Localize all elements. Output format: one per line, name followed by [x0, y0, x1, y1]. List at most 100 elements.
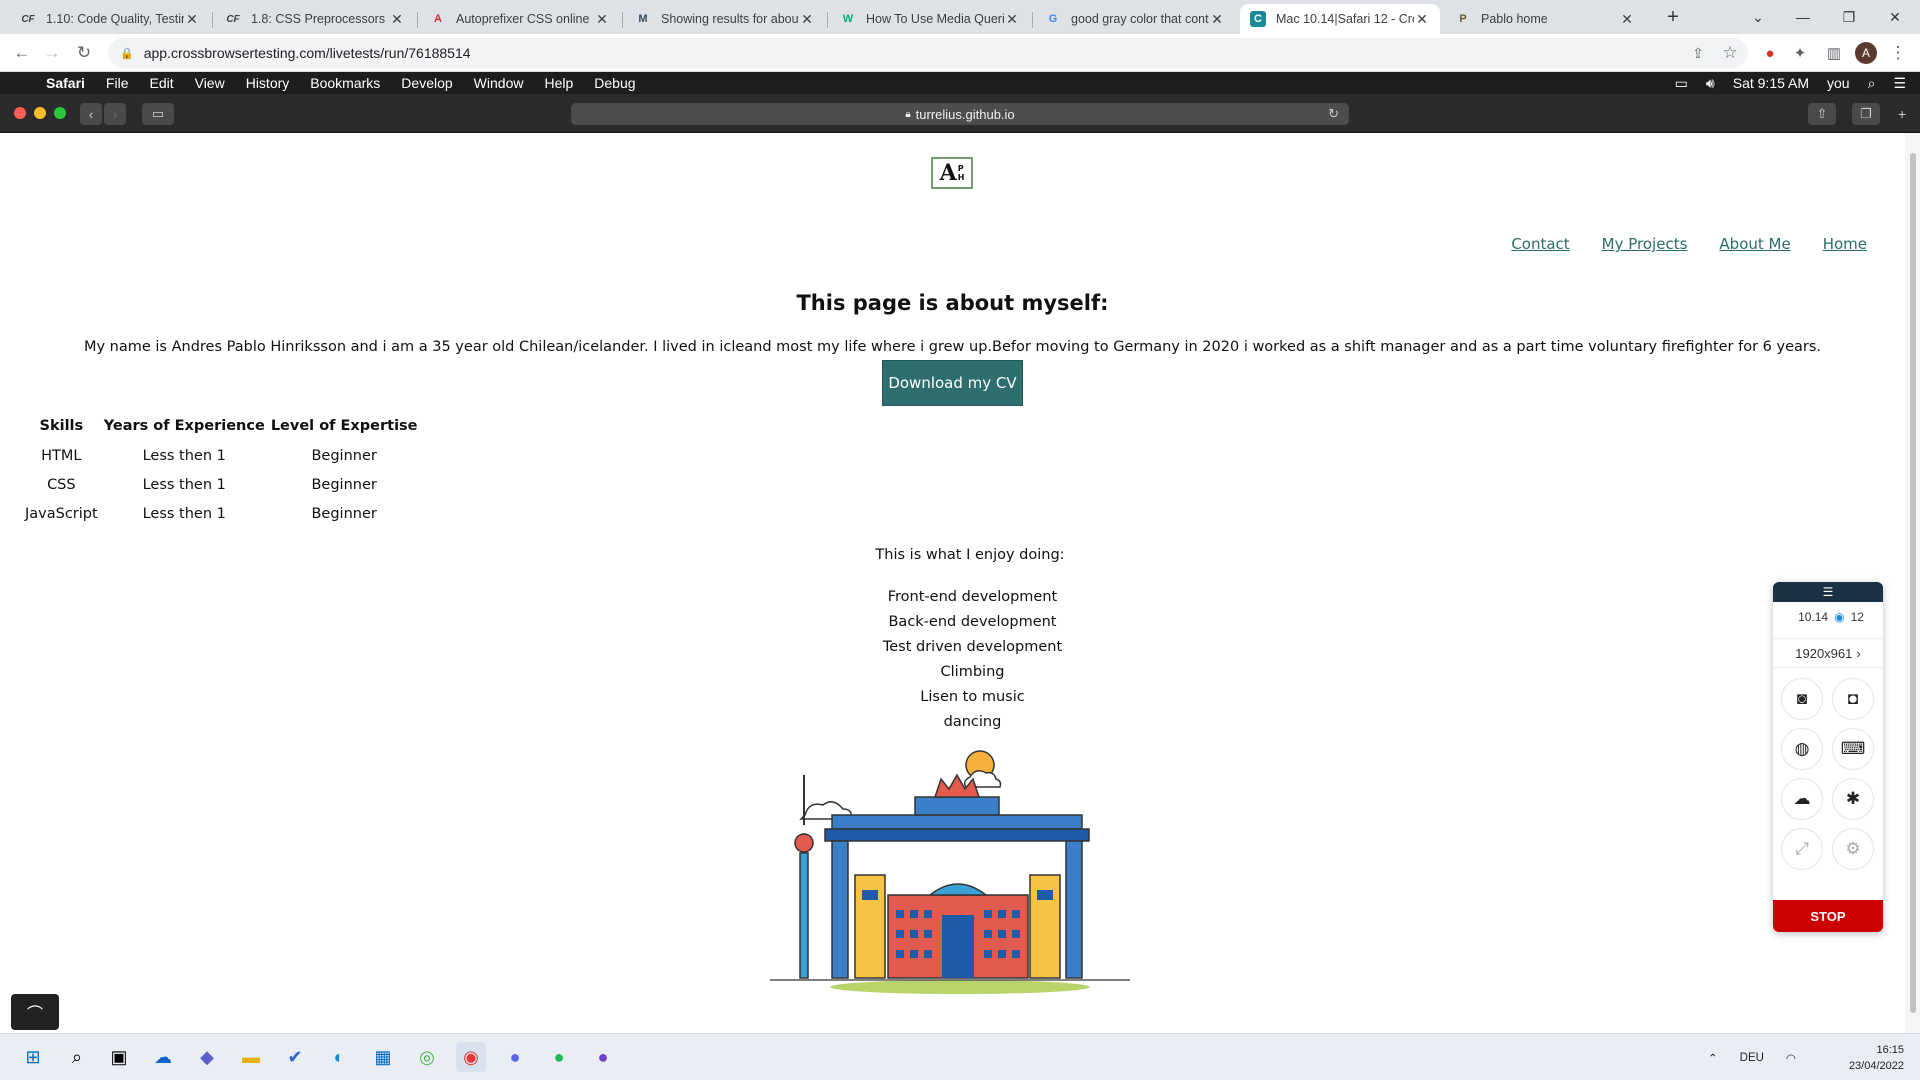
share-icon[interactable]: ⇪: [1684, 39, 1712, 67]
nav-home[interactable]: Home: [1823, 235, 1867, 253]
extension-badge-icon[interactable]: ●: [1756, 39, 1784, 67]
wifi-icon[interactable]: ◠: [1786, 1051, 1796, 1065]
close-icon[interactable]: ✕: [594, 11, 610, 28]
menubar-clock[interactable]: Sat 9:15 AM: [1733, 75, 1809, 91]
nav-my-projects[interactable]: My Projects: [1602, 235, 1688, 253]
chevron-up-icon[interactable]: ⌃: [1708, 1051, 1718, 1065]
side-panel-icon[interactable]: ▥: [1820, 39, 1848, 67]
safari-address-bar[interactable]: 🔒︎ turrelius.github.io ↻: [571, 103, 1349, 125]
menu-file[interactable]: File: [106, 75, 129, 91]
todo-check-icon[interactable]: ✔: [280, 1042, 310, 1072]
onedrive-icon[interactable]: ☁: [148, 1042, 178, 1072]
tab-pablo-home[interactable]: P Pablo home ✕: [1445, 4, 1645, 34]
close-traffic-light[interactable]: [14, 107, 26, 119]
spotify-icon[interactable]: ●: [544, 1042, 574, 1072]
sidebar-toggle-icon[interactable]: ▭: [142, 103, 174, 125]
tab-media-queries[interactable]: W How To Use Media Queries ✕: [830, 4, 1030, 34]
menu-kebab-icon[interactable]: ⋮: [1884, 39, 1912, 67]
notification-list-icon[interactable]: ☰: [1893, 75, 1906, 92]
tab-code-quality[interactable]: CF 1.10: Code Quality, Testing ✕: [10, 4, 210, 34]
menu-app-name[interactable]: Safari: [46, 75, 85, 91]
network-globe-icon[interactable]: ◍: [1781, 728, 1823, 770]
bug-report-icon[interactable]: ✱: [1832, 778, 1874, 820]
nav-contact[interactable]: Contact: [1511, 235, 1569, 253]
fullscreen-icon[interactable]: ⤢: [1781, 828, 1823, 870]
site-logo[interactable]: A P H: [931, 157, 973, 189]
safari-back-button[interactable]: ‹: [80, 103, 102, 125]
safari-share-icon[interactable]: ⇧: [1808, 103, 1836, 125]
zoom-traffic-light[interactable]: [54, 107, 66, 119]
close-icon[interactable]: ✕: [1619, 11, 1635, 28]
minimize-button[interactable]: —: [1780, 0, 1826, 34]
task-view-icon[interactable]: ▣: [104, 1042, 134, 1072]
display-icon[interactable]: ▭: [1675, 75, 1688, 92]
taskbar-clock[interactable]: 16:15 23/04/2022: [1849, 1042, 1904, 1074]
windows-start-icon[interactable]: ⊞: [18, 1042, 48, 1072]
store-icon[interactable]: ▦: [368, 1042, 398, 1072]
chrome-canary-icon[interactable]: ◎: [412, 1042, 442, 1072]
new-tab-button[interactable]: +: [1650, 0, 1696, 34]
github-desktop-icon[interactable]: ●: [588, 1042, 618, 1072]
resolution-selector[interactable]: 1920x961 ›: [1773, 638, 1883, 668]
volume-icon[interactable]: 🔊︎: [1706, 75, 1715, 92]
spotlight-icon[interactable]: ⌕: [1868, 75, 1876, 92]
browser-toolbar: ← → ↻ 🔒 app.crossbrowsertesting.com/live…: [0, 34, 1920, 72]
tab-title: How To Use Media Queries: [866, 12, 1004, 26]
file-explorer-icon[interactable]: ▬: [236, 1042, 266, 1072]
keyboard-icon[interactable]: ⌨: [1832, 728, 1874, 770]
maximize-button[interactable]: ❐: [1826, 0, 1872, 34]
close-icon[interactable]: ✕: [389, 11, 405, 28]
teams-chat-icon[interactable]: ◆: [192, 1042, 222, 1072]
reload-icon[interactable]: ↻: [1328, 106, 1339, 122]
menu-view[interactable]: View: [195, 75, 225, 91]
screenshot-camera-icon[interactable]: ◙: [1781, 678, 1823, 720]
profile-avatar[interactable]: A: [1852, 39, 1880, 67]
forward-icon[interactable]: →: [38, 39, 66, 67]
discord-icon[interactable]: ●: [500, 1042, 530, 1072]
tab-search-results[interactable]: M Showing results for about ✕: [625, 4, 825, 34]
settings-gear-icon[interactable]: ⚙: [1832, 828, 1874, 870]
stop-button[interactable]: STOP: [1773, 900, 1883, 932]
tab-autoprefixer[interactable]: A Autoprefixer CSS online ✕: [420, 4, 620, 34]
menu-bookmarks[interactable]: Bookmarks: [310, 75, 380, 91]
safari-tabs-icon[interactable]: ❐: [1852, 103, 1880, 125]
close-icon[interactable]: ✕: [799, 11, 815, 28]
tab-crossbrowsertesting[interactable]: C Mac 10.14|Safari 12 - Cros ✕: [1240, 4, 1440, 34]
tab-gray-color[interactable]: G good gray color that contr ✕: [1035, 4, 1235, 34]
cloud-upload-icon[interactable]: ☁: [1781, 778, 1823, 820]
reload-icon[interactable]: ↻: [70, 39, 98, 67]
back-icon[interactable]: ←: [8, 39, 36, 67]
edge-icon[interactable]: ◐: [324, 1042, 354, 1072]
address-bar[interactable]: 🔒 app.crossbrowsertesting.com/livetests/…: [108, 38, 1748, 68]
chrome-icon[interactable]: ◉: [456, 1042, 486, 1072]
menu-edit[interactable]: Edit: [149, 75, 173, 91]
extensions-puzzle-icon[interactable]: ✦: [1786, 39, 1814, 67]
menubar-user[interactable]: you: [1827, 75, 1850, 91]
minimize-traffic-light[interactable]: [34, 107, 46, 119]
menu-history[interactable]: History: [246, 75, 290, 91]
page-scrollbar[interactable]: [1905, 133, 1920, 1033]
scrollbar-thumb[interactable]: [1910, 153, 1916, 1013]
close-icon[interactable]: ✕: [1004, 11, 1020, 28]
windows-taskbar: ⊞ ⌕ ▣ ☁ ◆ ▬ ✔ ◐ ▦ ◎ ◉ ● ● ● ⌃ DEU ◠ 16:1…: [0, 1033, 1920, 1080]
toggle-panel-button[interactable]: ⌒: [11, 994, 59, 1030]
new-tab-plus-icon[interactable]: +: [1898, 106, 1906, 122]
menu-help[interactable]: Help: [544, 75, 573, 91]
menu-develop[interactable]: Develop: [401, 75, 452, 91]
nav-about-me[interactable]: About Me: [1719, 235, 1790, 253]
search-icon[interactable]: ⌕: [62, 1042, 92, 1072]
close-icon[interactable]: ✕: [184, 11, 200, 28]
tab-css-preprocessors[interactable]: CF 1.8: CSS Preprocessors & CSS ✕: [215, 4, 415, 34]
tab-search-icon[interactable]: ⌄: [1735, 0, 1781, 34]
menu-debug[interactable]: Debug: [594, 75, 635, 91]
video-record-icon[interactable]: ◘: [1832, 678, 1874, 720]
close-icon[interactable]: ✕: [1414, 11, 1430, 28]
close-icon[interactable]: ✕: [1209, 11, 1225, 28]
menu-window[interactable]: Window: [474, 75, 524, 91]
close-window-button[interactable]: ✕: [1872, 0, 1918, 34]
language-indicator[interactable]: DEU: [1740, 1052, 1764, 1064]
drag-handle[interactable]: ☰: [1773, 582, 1883, 602]
safari-forward-button[interactable]: ›: [104, 103, 126, 125]
download-cv-button[interactable]: Download my CV: [882, 360, 1023, 406]
bookmark-star-icon[interactable]: ☆: [1716, 39, 1744, 67]
